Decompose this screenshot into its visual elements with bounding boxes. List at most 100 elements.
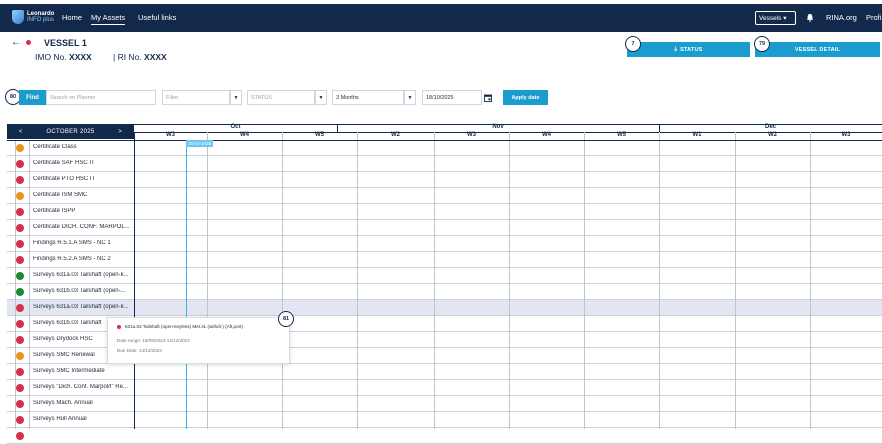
row-16[interactable]: Surveys Mach. Annual [7,396,882,412]
row-label: Surveys 631a.03 Tailshaft (open-k... [33,272,129,278]
row-label: Surveys 631a.03 Tailshaft (open-k... [33,304,129,310]
row-label: Certificate DICH. CONF. MARPOL... [33,224,130,230]
nav-my-assets[interactable]: My Assets [91,13,126,25]
row-label: Findings R.5.1.A SMS - NC 1 [33,240,111,246]
row-0[interactable]: Certificate Class [7,140,882,156]
tooltip-date-range: Date range: 15/09/2024-14/12/2024 [117,338,190,343]
nav-home[interactable]: Home [62,13,82,22]
chevron-down-icon[interactable]: ▼ [315,90,327,105]
today-marker-label: 18-10-2025 [186,140,214,147]
week-header: W3 [467,132,476,138]
row-6[interactable]: Findings R.5.1.A SMS - NC 1 [7,236,882,252]
next-month-button[interactable]: > [118,129,122,135]
vessel-detail-button[interactable]: VESSEL DETAIL [755,42,880,57]
vessels-dropdown[interactable]: Vessels ▾ [755,11,796,25]
chevron-down-icon[interactable]: ▼ [230,90,242,105]
status-dot [16,224,24,232]
ri-number: | RI No. XXXX [113,52,167,62]
prev-month-button[interactable]: < [19,129,23,135]
row-label: Surveys "Dich. Conf. Marpol/I" Re... [33,384,128,390]
chevron-down-icon[interactable]: ▼ [404,90,416,105]
status-dot [16,176,24,184]
week-header: W5 [315,132,324,138]
nav-useful-links[interactable]: Useful links [138,13,176,22]
row-5[interactable]: Certificate DICH. CONF. MARPOL... [7,220,882,236]
row-label: Surveys SMC Intermediate [33,368,105,374]
date-input[interactable]: 18/10/2025 [422,90,482,105]
week-header: W3 [166,132,175,138]
tooltip-due-date: Due Date: 14/12/2024 [117,348,162,353]
month-header: Nov [492,124,504,130]
status-button[interactable]: ⤓ STATUS [627,42,750,57]
row-18[interactable] [7,428,882,444]
search-input[interactable]: Search on Planner [46,90,156,105]
period-select[interactable]: 3 Months [332,90,404,105]
row-label: Surveys Hull Annual [33,416,87,422]
status-dot [16,320,24,328]
chevron-down-icon: ▾ [783,15,787,22]
tooltip-title: 631a.03 Tailshaft (open-keyless) Met.4L … [125,324,243,329]
month-navigator: < OCTOBER 2025 > [7,124,134,139]
top-navigation-bar: Leonardo INFO plus Home My Assets Useful… [0,4,882,32]
filter-select[interactable]: Filter [162,90,230,105]
row-label: Findings R.5.2.A SMS - NC 2 [33,256,111,262]
row-label: Surveys 631b.03 Tailshaft (open-... [33,288,126,294]
month-header: Dec [764,124,776,130]
profile-link[interactable]: Profi [866,13,881,22]
row-1[interactable]: Certificate SAF HSC IT [7,156,882,172]
row-3[interactable]: Certificate ISM SMC [7,188,882,204]
month-header: Oct [230,124,241,130]
row-15[interactable]: Surveys "Dich. Conf. Marpol/I" Re... [7,380,882,396]
status-dot [16,400,24,408]
status-dot [16,208,24,216]
row-9[interactable]: Surveys 631b.03 Tailshaft (open-... [7,284,882,300]
week-header: W3 [841,132,851,138]
today-marker-line [186,140,187,429]
row-8[interactable]: Surveys 631a.03 Tailshaft (open-k... [7,268,882,284]
planner-grid: < OCTOBER 2025 > Oct Nov Dec W3 W4 W5 W2… [7,124,882,444]
row-17[interactable]: Surveys Hull Annual [7,412,882,428]
vessel-status-dot [26,40,31,45]
find-button[interactable]: Find [19,90,46,105]
row-7[interactable]: Findings R.5.2.A SMS - NC 2 [7,252,882,268]
status-dot [16,352,24,360]
status-dot [16,416,24,424]
status-dot [16,432,24,440]
annotation-badge: 79 [754,36,770,52]
status-dot [16,336,24,344]
status-dot [16,240,24,248]
vessel-title: VESSEL 1 [44,38,87,48]
status-dot [16,304,24,312]
week-header: W2 [391,132,400,138]
leonardo-logo[interactable]: Leonardo INFO plus [12,10,54,24]
row-2[interactable]: Certificate PTO HSC IT [7,172,882,188]
logo-icon [12,10,24,24]
row-10[interactable]: Surveys 631a.03 Tailshaft (open-k... [7,300,882,316]
status-dot [16,160,24,168]
row-label: Certificate ISM SMC [33,192,88,198]
imo-number: IMO No. XXXX [35,52,92,62]
status-dot [16,288,24,296]
tooltip-status-dot [117,325,121,329]
row-label: Certificate SAF HSC IT [33,160,95,166]
download-icon: ⤓ [674,46,678,52]
logo-subtitle: INFO plus [27,17,55,23]
status-dot [16,368,24,376]
status-dot [16,384,24,392]
event-tooltip: 631a.03 Tailshaft (open-keyless) Met.4L … [107,317,290,364]
vessels-label: Vessels [759,15,782,22]
status-select[interactable]: STATUS [247,90,315,105]
rina-org-link[interactable]: RINA.org [826,13,857,22]
week-header: W4 [240,132,249,138]
week-header: W1 [692,132,702,138]
row-label: Surveys Mach. Annual [33,400,93,406]
row-14[interactable]: Surveys SMC Intermediate [7,364,882,380]
bell-icon[interactable] [806,13,814,22]
calendar-icon[interactable] [482,90,494,105]
apply-date-button[interactable]: Apply date [503,90,548,105]
status-dot [16,256,24,264]
back-arrow-icon[interactable]: ← [11,37,21,48]
row-label: Certificate Class [33,144,77,150]
week-header: W5 [617,132,626,138]
row-4[interactable]: Certificate ISPP [7,204,882,220]
